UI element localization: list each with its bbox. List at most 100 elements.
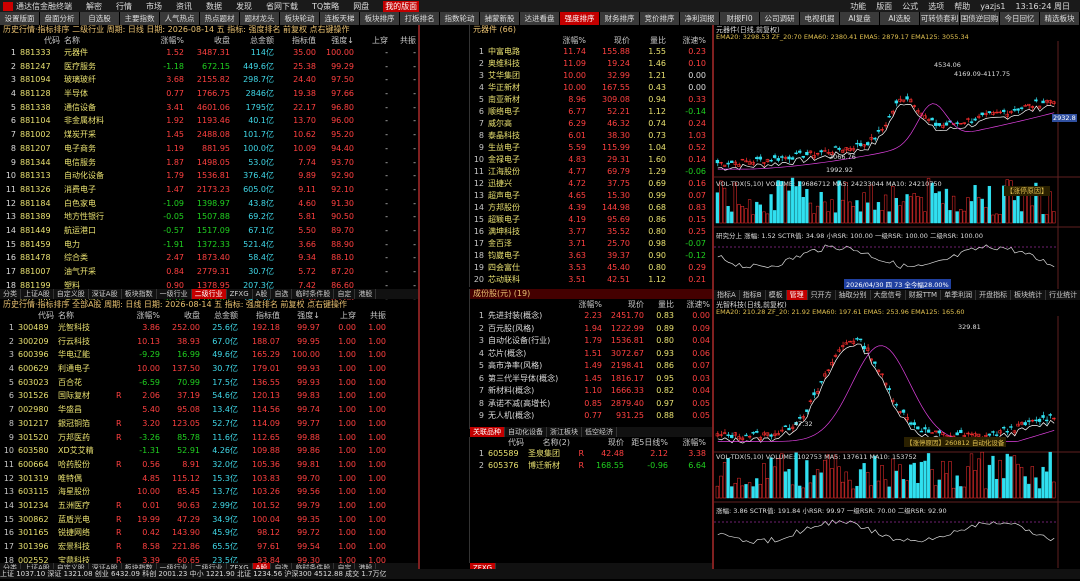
column-header[interactable]: 收盘 [186,35,232,46]
limit-up-tag[interactable]: 【涨停原因】260812 自动化设备 [904,437,1007,447]
table-row[interactable]: 16 881478 综合类 2.47 1873.40 58.4亿 9.34 88.10 - - [0,251,418,265]
table-row[interactable]: 5 高市净率(风格) 1.49 2198.41 0.86 0.07 [470,360,712,373]
tab-2[interactable]: 自定义股 [54,289,89,299]
tab-9[interactable]: 自选 [271,289,293,299]
table-row[interactable]: 8 881207 电子商务 1.19 881.95 100.0亿 10.09 94.40 - - [0,142,418,156]
user-name[interactable]: yazjs1 [980,2,1005,11]
table-row[interactable]: 10 603580 XD艾艾精 -1.31 52.91 4.26亿 109.88 99.86 1… [0,444,418,458]
tab-2[interactable]: 浙江板块 [547,427,582,437]
table-row[interactable]: 8 承诺不减(高增长) 0.85 2879.40 0.97 0.05 [470,398,712,411]
column-header[interactable]: 代码 [486,437,526,448]
table-row[interactable]: 4 华正新材 10.00 167.55 0.43 0.00 [470,82,712,94]
table-row[interactable]: 5 603023 百合花 -6.59 70.99 17.5亿 136.55 99.93 1.00… [0,376,418,390]
table-row[interactable]: 1 881333 元器件 1.52 3487.31 114亿 35.00 100.00 - - [0,46,418,60]
toolbar-button[interactable]: 财务排序 [600,12,640,25]
menu-item[interactable]: 发现 [236,1,252,12]
table-row[interactable]: 9 301520 万邦医药 R -3.26 85.78 11.6亿 112.65 99.88 1.… [0,431,418,445]
table-row[interactable]: 17 301396 宏景科技 R 8.58 221.86 65.5亿 97.61 99.54 1.… [0,540,418,554]
column-header[interactable]: 名称 [62,35,142,46]
column-header[interactable] [486,299,570,310]
column-header[interactable]: 量比 [632,35,668,46]
tab-9[interactable]: 开盘指标 [976,290,1012,300]
table-row[interactable]: 5 南亚新材 8.96 309.08 0.94 0.33 [470,94,712,106]
tab-1[interactable]: 上证A股 [21,289,54,299]
column-header[interactable] [114,310,126,321]
menu-item[interactable]: 网盘 [353,1,369,12]
menu-item[interactable]: 功能 [850,1,866,12]
tab-5[interactable]: 一级行业 [157,289,192,299]
tab-3[interactable]: 管理 [786,290,808,300]
tab-6[interactable]: 大盘信号 [871,290,906,300]
column-header[interactable]: 涨幅% [670,437,708,448]
table-row[interactable]: 19 四会富仕 3.53 45.40 0.80 0.29 [470,262,712,274]
tab-3[interactable]: 低空经济 [582,427,617,437]
column-header[interactable] [470,35,486,46]
table-row[interactable]: 4 881128 半导体 0.77 1766.75 2846亿 19.38 97.66 - - [0,87,418,101]
table-row[interactable]: 6 301526 国际复材 R 2.06 37.19 54.6亿 120.13 99.83 1.0… [0,389,418,403]
toolbar-button[interactable]: 国债逆回购 [960,12,1000,25]
menu-item[interactable]: 数据 [206,1,222,12]
table-row[interactable]: 11 881326 消费电子 1.47 2173.23 605.0亿 9.11 92.10 - - [0,183,418,197]
tab-10[interactable]: 板块统计 [1011,290,1047,300]
menu-item[interactable]: 资讯 [176,1,192,12]
table-row[interactable]: 2 605376 博迁新材 R 168.55 -0.96 6.64 [470,460,712,472]
column-header[interactable]: 强度↓ [318,35,356,46]
column-header[interactable]: 涨幅% [548,35,588,46]
toolbar-button[interactable]: 板块排序 [360,12,400,25]
table-row[interactable]: 17 金百泽 3.71 25.70 0.98 -0.07 [470,238,712,250]
table-row[interactable]: 6 881104 非金属材料 1.92 1193.46 40.1亿 13.70 96.00 - - [0,114,418,128]
table-row[interactable]: 6 第三代半导体(概念) 1.45 1816.17 0.95 0.03 [470,373,712,386]
table-row[interactable]: 2 百元股(风格) 1.94 1222.99 0.89 0.09 [470,323,712,336]
table-row[interactable]: 1 300489 光智科技 3.86 252.00 25.6亿 192.18 99.97 0.0… [0,321,418,335]
toolbar-button[interactable]: 竞价排序 [640,12,680,25]
column-header[interactable]: 现价 [588,35,632,46]
table-row[interactable]: 14 881449 航运港口 -0.57 1517.09 67.1亿 5.50 89.70 - - [0,224,418,238]
table-row[interactable]: 3 自动化设备(行业) 1.79 1536.81 0.80 0.04 [470,335,712,348]
column-header[interactable]: 涨速% [668,35,708,46]
table-row[interactable]: 11 江海股份 4.77 69.79 1.29 -0.06 [470,166,712,178]
toolbar-button[interactable]: 可转债套利 [920,12,960,25]
toolbar-button[interactable]: 捕蒙新股 [480,12,520,25]
tab-7[interactable]: 财报TTM [906,290,942,300]
column-header[interactable]: 指标值 [276,35,318,46]
column-header[interactable]: 距5日线% [626,437,670,448]
table-row[interactable]: 3 881094 玻璃玻纤 3.68 2155.82 298.7亿 24.40 97.50 - - [0,73,418,87]
table-row[interactable]: 17 881007 油气开采 0.84 2779.31 30.7亿 5.72 87.20 - - [0,265,418,279]
table-row[interactable]: 10 金禄电子 4.83 29.31 1.60 0.14 [470,154,712,166]
column-header[interactable]: 现价 [586,437,626,448]
table-row[interactable]: 9 生益电子 5.59 115.99 1.04 0.52 [470,142,712,154]
column-header[interactable]: 代码 [16,310,56,321]
tab-4[interactable]: 板块指数 [122,289,157,299]
table-row[interactable]: 14 301234 五洲医疗 R 0.01 90.63 2.99亿 101.52 99.79 1.… [0,499,418,513]
column-header[interactable] [486,35,548,46]
toolbar-button[interactable]: 打板排名 [400,12,440,25]
tab-8[interactable]: 单季利润 [941,290,977,300]
table-row[interactable]: 2 881247 医疗服务 -1.18 672.15 449.6亿 25.38 99.29 - - [0,60,418,74]
column-header[interactable]: 涨幅% [142,35,186,46]
toolbar-button[interactable]: 净利润报 [680,12,720,25]
menu-item[interactable]: 行情 [116,1,132,12]
column-header[interactable]: 上穿 [356,35,390,46]
table-row[interactable]: 15 超颖电子 4.19 95.69 0.86 0.15 [470,214,712,226]
tab-10[interactable]: 临时条件股 [292,289,335,299]
tab-0[interactable]: 指标A [714,290,740,300]
tab-3[interactable]: 深证A股 [89,289,122,299]
table-row[interactable]: 13 881389 地方性银行 -0.05 1507.88 69.2亿 5.81 90.50 -… [0,210,418,224]
table-row[interactable]: 11 600664 哈药股份 R 0.56 8.91 32.0亿 105.36 99.81 1.0… [0,458,418,472]
table-row[interactable]: 7 新材料(概念) 1.10 1666.33 0.82 0.04 [470,385,712,398]
tab-1[interactable]: 自动化设备 [505,427,547,437]
toolbar-button[interactable]: 电视机掘 [800,12,840,25]
table-row[interactable]: 3 600396 华电辽能 -9.29 16.99 49.6亿 165.29 100.00 1.… [0,348,418,362]
toolbar-button[interactable]: 题材龙头 [240,12,280,25]
column-header[interactable]: 上穿 [322,310,358,321]
table-row[interactable]: 7 威尔高 6.29 46.32 0.74 0.24 [470,118,712,130]
toolbar-button[interactable]: 热点题材 [200,12,240,25]
tab-7[interactable]: ZFXG [227,289,253,299]
menu-item[interactable]: 市场 [146,1,162,12]
tab-1[interactable]: 指标B [740,290,766,300]
toolbar-button[interactable]: 自选股 [80,12,120,25]
table-row[interactable]: 5 881338 通信设备 3.41 4601.06 1795亿 22.17 96.80 - - [0,101,418,115]
table-row[interactable]: 12 881184 白色家电 -1.09 1398.97 43.8亿 4.60 91.30 - - [0,197,418,211]
menu-item[interactable]: 版面 [876,1,892,12]
tab-2[interactable]: 模板 [766,290,787,300]
